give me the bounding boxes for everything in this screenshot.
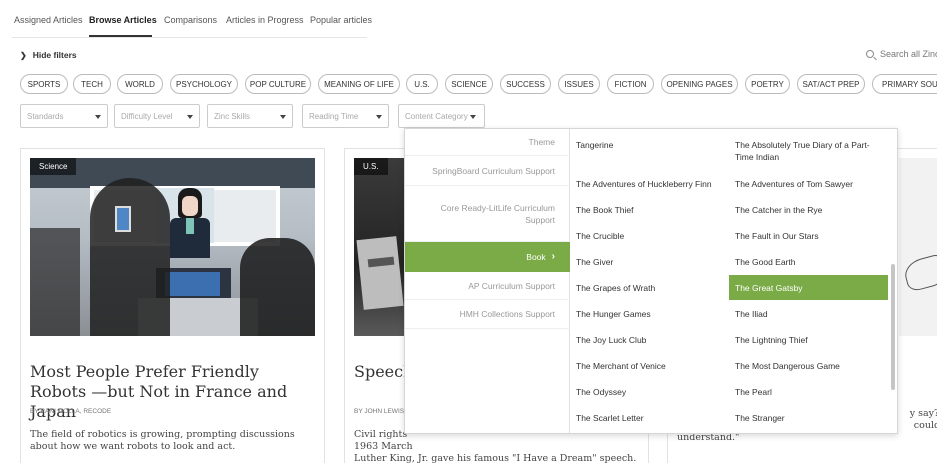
category-item-springboard[interactable]: SpringBoard Curriculum Support [405,156,570,186]
tab-popular-articles[interactable]: Popular articles [310,15,372,25]
book-item[interactable]: The Merchant of Venice [576,360,666,372]
pill-sat-act-prep[interactable]: SAT/ACT PREP [797,74,865,94]
pill-opening-pages[interactable]: OPENING PAGES [661,74,738,94]
book-item-selected[interactable]: The Great Gatsby [729,275,888,300]
category-tag: U.S. [354,158,388,175]
nav-divider [12,37,367,38]
category-item-ap[interactable]: AP Curriculum Support [405,272,570,300]
caret-down-icon [95,115,101,119]
book-item[interactable]: The Crucible [576,230,624,242]
article-byline: BY RANI MOLLA, RECODE [30,408,112,415]
book-item[interactable]: Tangerine [576,139,613,151]
category-item-hmh[interactable]: HMH Collections Support [405,300,570,329]
tab-articles-in-progress[interactable]: Articles in Progress [226,15,304,25]
pill-primary-sources[interactable]: PRIMARY SOURC [872,74,937,94]
zinc-skills-select[interactable]: Zinc Skills [207,104,293,128]
book-item[interactable]: The Giver [576,256,613,268]
pill-sports[interactable]: SPORTS [20,74,68,94]
search-icon [866,50,874,58]
book-item[interactable]: The Pearl [735,386,772,398]
pill-fiction[interactable]: FICTION [607,74,654,94]
tab-browse-articles[interactable]: Browse Articles [89,15,157,25]
robot-photo [30,158,315,336]
pill-meaning-of-life[interactable]: MEANING OF LIFE [318,74,400,94]
article-card[interactable]: Science Most People Prefer Friendly Robo… [20,148,325,463]
pill-tech[interactable]: TECH [73,74,111,94]
category-label: AP Curriculum Support [468,280,555,291]
pill-pop-culture[interactable]: POP CULTURE [245,74,311,94]
standards-select[interactable]: Standards [20,104,108,128]
search-box[interactable]: Search all Zinc [866,49,937,59]
category-item-theme[interactable]: Theme [405,129,570,156]
tab-comparisons[interactable]: Comparisons [164,15,217,25]
caret-down-icon [280,115,286,119]
panel-scrollbar[interactable] [891,264,895,390]
book-item[interactable]: The Adventures of Huckleberry Finn [576,178,712,190]
category-item-book[interactable]: Book › [405,242,570,272]
book-item[interactable]: The Catcher in the Rye [735,204,822,216]
book-item[interactable]: The Book Thief [576,204,634,216]
chevron-right-icon: › [551,251,555,262]
category-list: Theme SpringBoard Curriculum Support Cor… [405,129,570,433]
article-image: Science [30,158,315,336]
pill-poetry[interactable]: POETRY [745,74,790,94]
tab-assigned-articles[interactable]: Assigned Articles [14,15,83,25]
content-category-select[interactable]: Content Category [398,104,485,128]
book-item[interactable]: The Hunger Games [576,308,651,320]
chevron-down-icon: ❯ [20,51,27,60]
category-item-core-ready[interactable]: Core Ready-LitLife Curriculum Support [405,186,570,242]
category-tag: Science [30,158,77,175]
article-image [899,158,937,336]
difficulty-level-select[interactable]: Difficulty Level [114,104,200,128]
pill-success[interactable]: SUCCESS [500,74,551,94]
book-item[interactable]: The Absolutely True Diary of a Part-Time… [735,139,885,163]
book-item[interactable]: The Joy Luck Club [576,334,646,346]
book-item[interactable]: The Good Earth [735,256,795,268]
book-item[interactable]: The Most Dangerous Game [735,360,840,372]
reading-time-select[interactable]: Reading Time [302,104,389,128]
pill-issues[interactable]: ISSUES [558,74,600,94]
book-item[interactable]: The Grapes of Wrath [576,282,655,294]
pill-us[interactable]: U.S. [406,74,438,94]
caret-down-icon [187,115,193,119]
category-label: Theme [528,137,555,147]
article-byline: BY JOHN LEWIS, [354,408,406,415]
content-category-panel: Theme SpringBoard Curriculum Support Cor… [404,128,898,434]
protest-photo [354,158,405,336]
book-item[interactable]: The Scarlet Letter [576,412,644,424]
active-tab-indicator [89,35,152,37]
book-item[interactable]: The Lightning Thief [735,334,808,346]
article-description: The field of robotics is growing, prompt… [30,429,295,452]
search-input[interactable]: Search all Zinc [880,49,937,59]
hide-filters-button[interactable]: ❯ Hide filters [20,50,77,60]
reading-time-select-label: Reading Time [309,111,359,121]
book-item[interactable]: The Fault in Our Stars [735,230,819,242]
book-item[interactable]: The Iliad [735,308,768,320]
category-label: Core Ready-LitLife Curriculum Support [440,202,555,225]
standards-select-label: Standards [27,111,64,121]
pill-world[interactable]: WORLD [117,74,163,94]
top-nav: Assigned Articles Browse Articles Compar… [0,0,937,38]
category-label: SpringBoard Curriculum Support [432,165,555,176]
caret-down-icon [376,115,382,119]
hide-filters-label: Hide filters [32,50,77,60]
sketch-photo [899,158,937,336]
zinc-skills-select-label: Zinc Skills [214,111,251,121]
pill-psychology[interactable]: PSYCHOLOGY [170,74,238,94]
category-label: Book [526,252,546,262]
pill-science[interactable]: SCIENCE [445,74,493,94]
book-item[interactable]: The Adventures of Tom Sawyer [735,178,853,190]
category-label: HMH Collections Support [459,309,555,319]
article-description: Civil rights 1963 March Luther King, Jr.… [354,429,637,463]
caret-down-icon [470,115,476,119]
book-item[interactable]: The Stranger [735,412,785,424]
book-item[interactable]: The Odyssey [576,386,626,398]
difficulty-level-select-label: Difficulty Level [121,111,173,121]
content-category-select-label: Content Category [405,111,468,121]
